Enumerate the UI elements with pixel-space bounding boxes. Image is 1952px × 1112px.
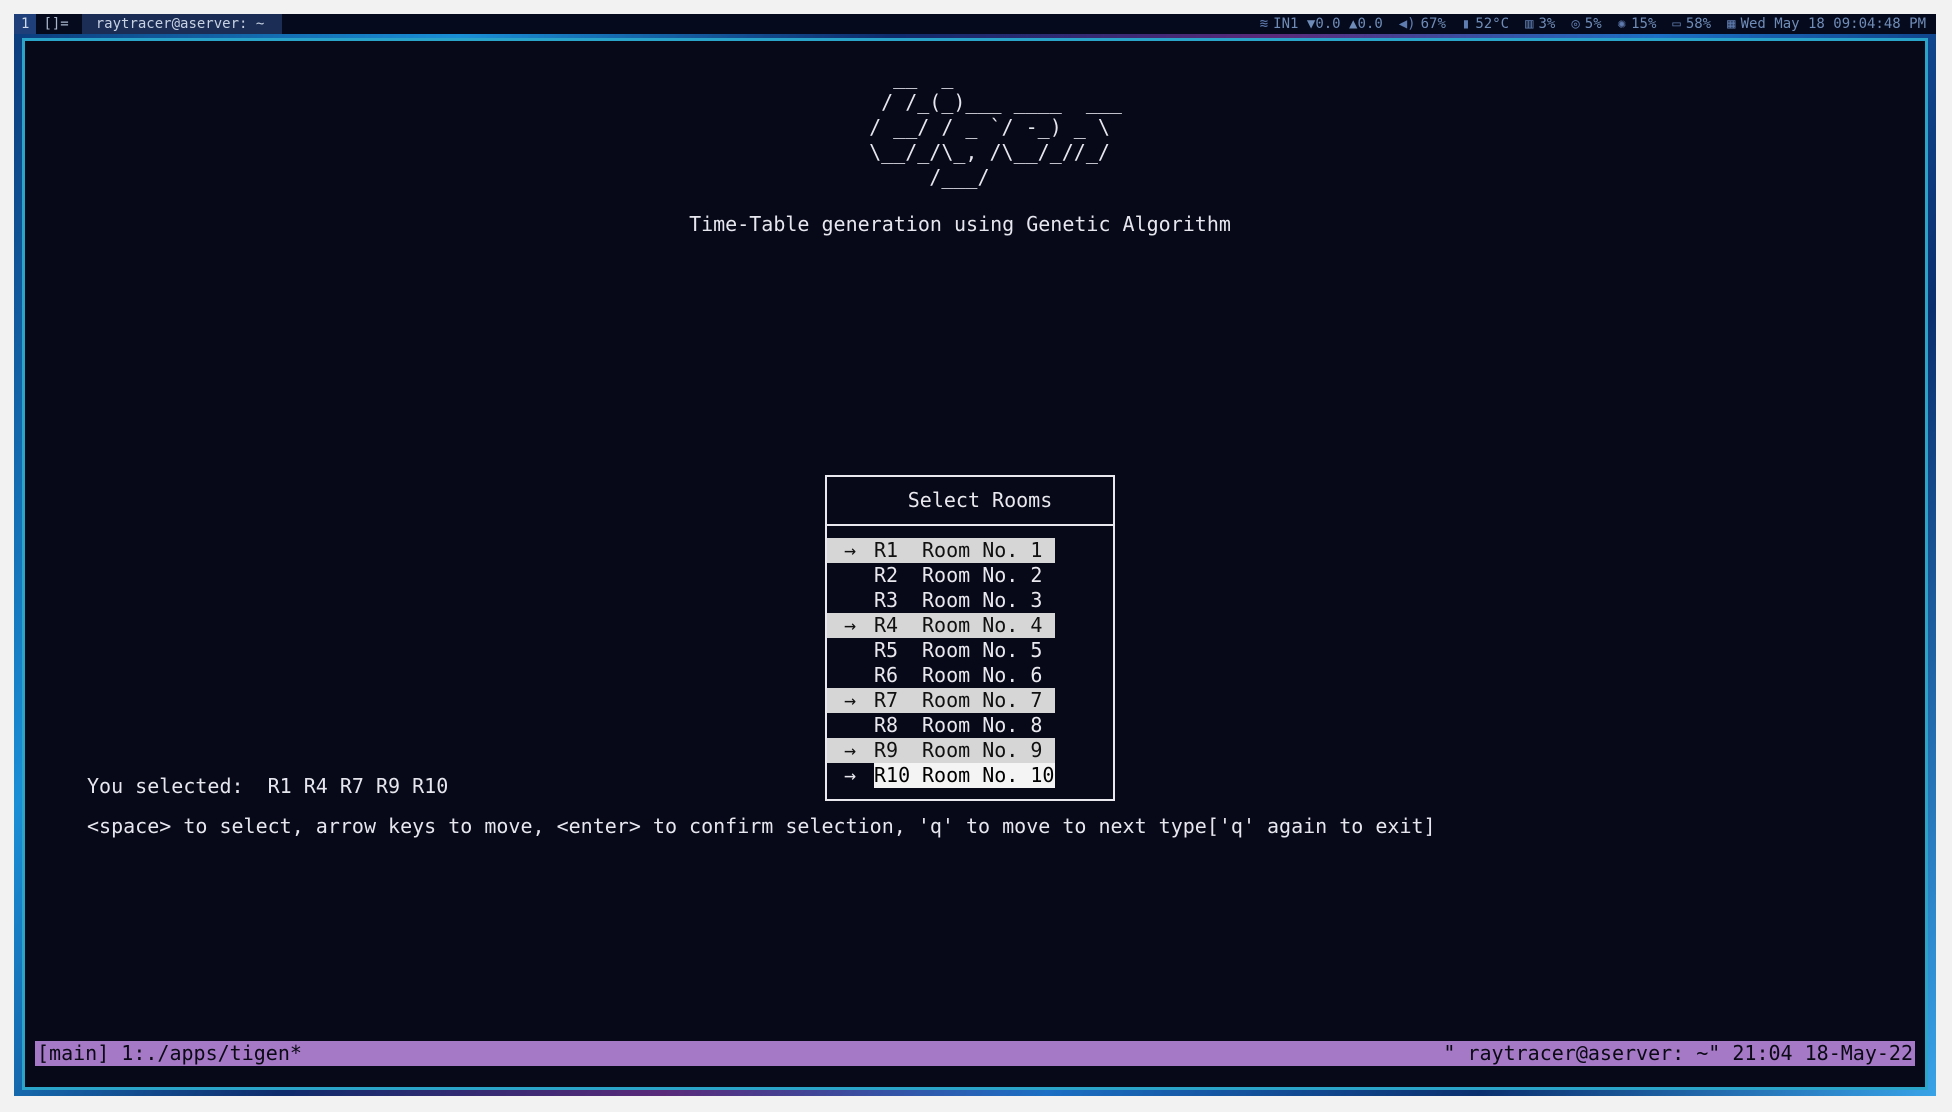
selected-arrow-icon: →	[827, 738, 874, 763]
battery-icon: ▭	[1672, 16, 1681, 32]
selected-arrow-icon	[827, 663, 874, 688]
thermometer-icon: ▮	[1461, 16, 1471, 32]
room-code: R7	[874, 688, 922, 713]
status-item: ◀) 67%	[1399, 14, 1446, 34]
wifi-icon: ≋	[1259, 16, 1269, 32]
terminal-window[interactable]: __ _ / /_(_)___ ____ ___ / __/ / _ `/ -_…	[22, 38, 1928, 1090]
cpu-icon: ◎	[1571, 16, 1580, 32]
selected-label: You selected:	[87, 774, 244, 798]
status-item: ▭ 58%	[1672, 14, 1711, 34]
selected-arrow-icon	[827, 638, 874, 663]
selected-arrow-icon: →	[827, 613, 874, 638]
status-item: ≋ IN1 ▼0.0 ▲0.0	[1260, 14, 1383, 34]
room-name: Room No. 8	[922, 713, 1043, 737]
selected-arrow-icon	[827, 563, 874, 588]
room-option[interactable]: R2 Room No. 2	[827, 563, 1113, 588]
room-name: Room No. 10	[922, 763, 1055, 788]
room-option[interactable]: → R1 Room No. 1	[827, 538, 1113, 563]
status-item: ◎ 5%	[1571, 14, 1601, 34]
room-code: R9	[874, 738, 922, 763]
app-logo-ascii: __ _ / /_(_)___ ____ ___ / __/ / _ `/ -_…	[869, 65, 1122, 189]
room-name: Room No. 1	[922, 538, 1055, 563]
status-item: ▥ 3%	[1525, 14, 1555, 34]
calendar-icon: ▦	[1727, 16, 1736, 32]
room-name: Room No. 9	[922, 738, 1055, 763]
tmux-host-clock: " raytracer@aserver: ~" 21:04 18-May-22	[1443, 1041, 1913, 1065]
room-option[interactable]: → R4 Room No. 4	[827, 613, 1113, 638]
status-item: ▦ Wed May 18 09:04:48 PM	[1727, 14, 1926, 34]
room-name: Room No. 7	[922, 688, 1055, 713]
select-rooms-dialog: Select Rooms → R1 Room No. 1 R2 Room No. 2 R3…	[825, 475, 1115, 801]
room-code: R1	[874, 538, 922, 563]
status-text: 15%	[1631, 16, 1657, 32]
status-text: 58%	[1685, 16, 1712, 32]
status-text: IN1 ▼0.0 ▲0.0	[1273, 16, 1383, 32]
selected-arrow-icon	[827, 588, 874, 613]
status-text: 52°C	[1475, 16, 1510, 32]
help-text: <space> to select, arrow keys to move, <…	[87, 814, 1436, 838]
selected-arrow-icon: →	[827, 538, 874, 563]
brightness-icon: ✺	[1617, 16, 1627, 32]
room-option[interactable]: R8 Room No. 8	[827, 713, 1113, 738]
room-code: R8	[874, 713, 899, 737]
room-code: R2	[874, 563, 899, 587]
room-option[interactable]: R6 Room No. 6	[827, 663, 1113, 688]
dialog-title: Select Rooms	[827, 477, 1113, 526]
rooms-list: → R1 Room No. 1 R2 Room No. 2 R3 Room No. 3 → R4…	[827, 526, 1113, 788]
room-option[interactable]: R3 Room No. 3	[827, 588, 1113, 613]
tmux-status-bar: [main] 1:./apps/tigen* " raytracer@aserv…	[35, 1041, 1915, 1066]
tmux-session-info[interactable]: [main] 1:./apps/tigen*	[37, 1041, 302, 1066]
room-option[interactable]: → R9 Room No. 9	[827, 738, 1113, 763]
room-option[interactable]: → R7 Room No. 7	[827, 688, 1113, 713]
room-code: R6	[874, 663, 899, 687]
selected-arrow-icon: →	[844, 763, 857, 787]
room-option[interactable]: → R10 Room No. 10	[827, 763, 1113, 788]
window-title: raytracer@aserver: ~	[81, 14, 282, 34]
selection-summary: You selected: R1 R4 R7 R9 R10	[87, 774, 448, 799]
volume-icon: ◀)	[1398, 16, 1416, 32]
selected-values: R1 R4 R7 R9 R10	[267, 774, 449, 798]
status-text: 67%	[1420, 16, 1446, 32]
workspace-tag[interactable]: 1	[14, 14, 37, 34]
room-option[interactable]: R5 Room No. 5	[827, 638, 1113, 663]
status-text: Wed May 18 09:04:48 PM	[1740, 16, 1926, 32]
status-text: 5%	[1584, 16, 1602, 32]
status-item: ▮ 52°C	[1462, 14, 1509, 34]
room-name: Room No. 6	[922, 663, 1043, 687]
room-name: Room No. 2	[922, 563, 1043, 587]
layout-indicator[interactable]: []=	[36, 14, 75, 34]
room-name: Room No. 5	[922, 638, 1043, 662]
room-code: R5	[874, 638, 899, 662]
top-status-bar: 1 []= raytracer@aserver: ~ ≋ IN1 ▼0.0 ▲0.…	[14, 14, 1936, 34]
system-status: ≋ IN1 ▼0.0 ▲0.0 ◀) 67% ▮ 52°C ▥ 3% ◎ 5% ✺ 15% ▭ 58% ▦ W…	[1260, 14, 1926, 34]
room-code: R10	[874, 763, 922, 788]
app-subtitle: Time-Table generation using Genetic Algo…	[689, 212, 1231, 236]
room-name: Room No. 4	[922, 613, 1055, 638]
selected-arrow-icon	[827, 713, 874, 738]
room-code: R4	[874, 613, 922, 638]
selected-arrow-icon: →	[827, 688, 874, 713]
memory-icon: ▥	[1525, 16, 1534, 32]
status-text: 3%	[1538, 16, 1556, 32]
status-item: ✺ 15%	[1618, 14, 1657, 34]
room-code: R3	[874, 588, 899, 612]
room-name: Room No. 3	[922, 588, 1043, 612]
